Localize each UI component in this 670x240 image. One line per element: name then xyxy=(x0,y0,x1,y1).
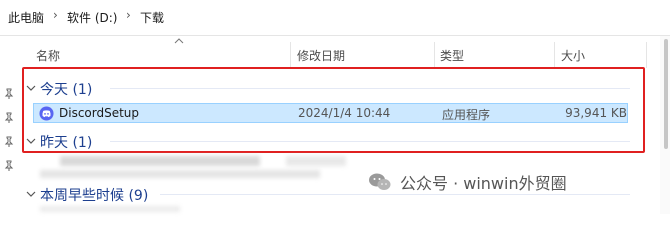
navigation-pane xyxy=(0,36,20,214)
column-header-row: 名称 修改日期 类型 大小 xyxy=(20,36,670,68)
breadcrumb-separator[interactable]: › xyxy=(53,8,58,22)
scrollbar-thumb[interactable] xyxy=(664,39,668,149)
column-header-name[interactable]: 名称 xyxy=(36,47,60,64)
breadcrumb-item-this-pc[interactable]: 此电脑 xyxy=(8,9,44,26)
breadcrumb-separator[interactable]: › xyxy=(126,8,131,22)
highlight-annotation-box xyxy=(22,67,645,153)
vertical-scrollbar[interactable] xyxy=(660,36,670,214)
column-header-modified[interactable]: 修改日期 xyxy=(297,47,345,64)
wechat-icon xyxy=(369,173,391,190)
watermark-text: 公众号 · winwin外贸圈 xyxy=(400,174,567,193)
group-label: 本周早些时候 (9) xyxy=(40,188,149,204)
pin-icon[interactable] xyxy=(3,136,15,148)
column-header-type[interactable]: 类型 xyxy=(440,47,464,64)
breadcrumb-item-downloads[interactable]: 下载 xyxy=(140,9,164,26)
blurred-row xyxy=(60,156,260,166)
blurred-row xyxy=(286,156,346,166)
column-divider[interactable] xyxy=(290,42,291,68)
chevron-down-icon xyxy=(26,191,36,197)
blurred-row xyxy=(40,170,320,178)
pin-icon[interactable] xyxy=(3,160,15,172)
pin-icon[interactable] xyxy=(3,112,15,124)
column-divider[interactable] xyxy=(646,42,647,68)
blurred-row xyxy=(40,206,180,212)
pin-icon[interactable] xyxy=(3,88,15,100)
breadcrumb-item-drive-d[interactable]: 软件 (D:) xyxy=(67,9,117,26)
address-bar[interactable]: 此电脑 › 软件 (D:) › 下载 xyxy=(0,0,670,36)
column-divider[interactable] xyxy=(554,42,555,68)
column-divider[interactable] xyxy=(434,42,435,68)
sort-ascending-icon xyxy=(174,38,184,44)
column-header-size[interactable]: 大小 xyxy=(561,47,585,64)
group-divider xyxy=(160,194,630,195)
